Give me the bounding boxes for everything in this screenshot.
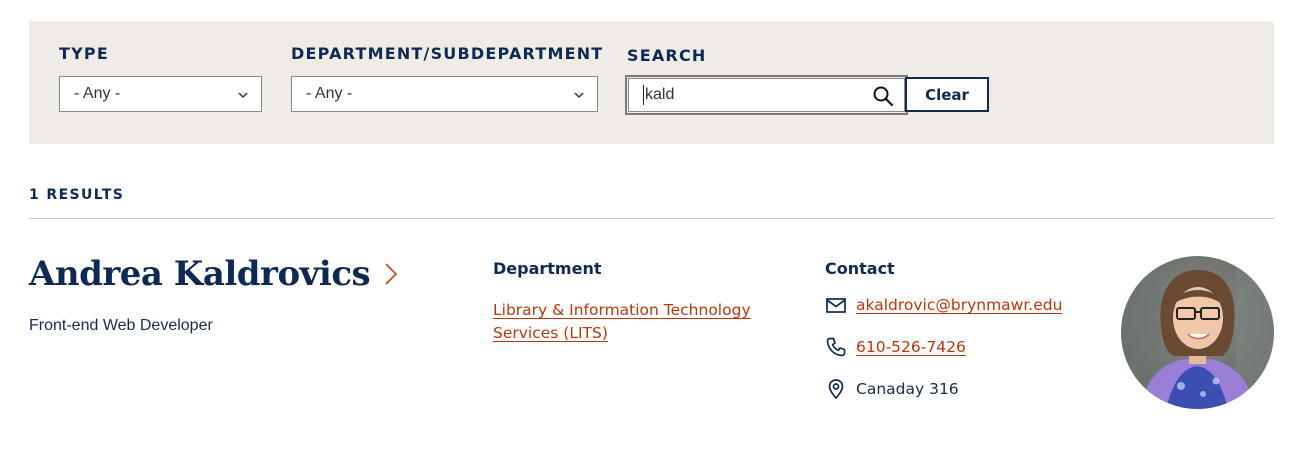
text-caret (643, 85, 644, 105)
department-select-value: - Any - (306, 85, 353, 102)
contact-email-row: akaldrovic@brynmawr.edu (825, 294, 1062, 316)
avatar (1121, 256, 1274, 409)
email-link[interactable]: akaldrovic@brynmawr.edu (856, 296, 1062, 314)
chevron-right-icon (385, 263, 398, 285)
filter-bar: Type - Any - Department/Subdepartment - … (29, 21, 1274, 144)
person-title: Front-end Web Developer (29, 317, 213, 334)
search-input[interactable]: kald (628, 78, 905, 112)
mail-icon (825, 294, 847, 316)
clear-button[interactable]: Clear (905, 77, 989, 112)
department-link[interactable]: Library & Information Technology Service… (493, 299, 763, 345)
person-name: Andrea Kaldrovics (29, 254, 371, 294)
results-count: 1 RESULTS (29, 187, 125, 203)
contact-heading: Contact (825, 259, 895, 278)
type-select[interactable]: - Any - (59, 76, 262, 112)
search-input-value: kald (645, 86, 675, 103)
phone-link[interactable]: 610-526-7426 (856, 338, 966, 356)
contact-phone-row: 610-526-7426 (825, 336, 966, 358)
search-icon[interactable] (872, 85, 894, 107)
search-filter-label: Search (627, 46, 707, 65)
office-location: Canaday 316 (856, 380, 959, 398)
results-divider (29, 218, 1274, 219)
type-filter-label: Type (59, 44, 109, 63)
search-focus-ring: kald (625, 75, 908, 115)
type-select-value: - Any - (74, 85, 121, 102)
department-heading: Department (493, 259, 602, 278)
profile-photo (1121, 256, 1274, 409)
contact-office-row: Canaday 316 (825, 378, 959, 400)
department-select[interactable]: - Any - (291, 76, 598, 112)
department-filter-label: Department/Subdepartment (291, 44, 604, 63)
chevron-down-icon (238, 92, 248, 99)
phone-icon (825, 336, 847, 358)
location-pin-icon (825, 378, 847, 400)
chevron-down-icon (574, 92, 584, 99)
person-name-link[interactable]: Andrea Kaldrovics (29, 254, 398, 294)
